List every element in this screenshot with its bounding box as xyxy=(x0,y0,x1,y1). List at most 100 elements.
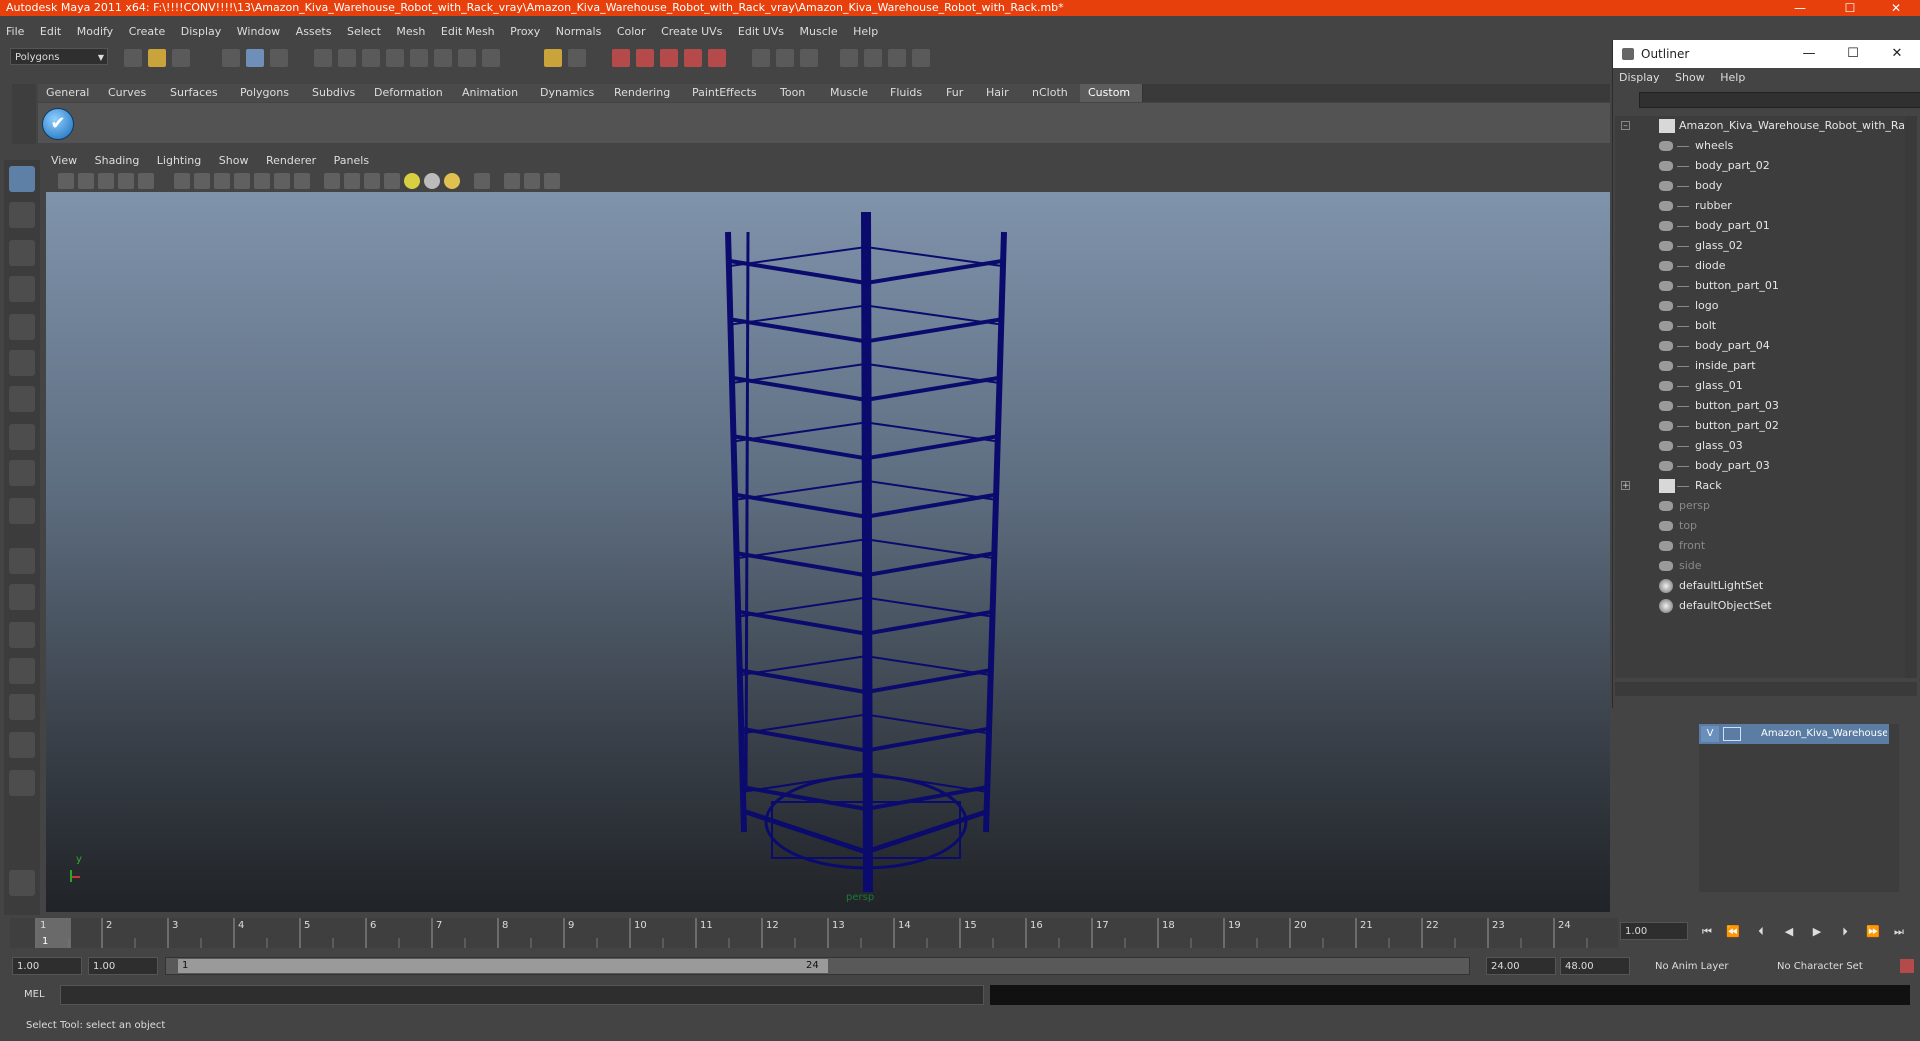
smooth-shade-icon[interactable] xyxy=(344,173,360,189)
show-attribute-editor-icon[interactable] xyxy=(752,49,770,67)
shelf-tab-painteffects[interactable]: PaintEffects xyxy=(684,84,773,102)
menu-display[interactable]: Display xyxy=(175,22,228,42)
menu-proxy[interactable]: Proxy xyxy=(504,22,546,42)
textured-icon[interactable] xyxy=(384,173,400,189)
uv-editor-icon[interactable] xyxy=(888,49,906,67)
paint-select-tool-icon[interactable] xyxy=(9,240,35,266)
scale-tool-icon[interactable] xyxy=(9,350,35,376)
shelf-tab-toon[interactable]: Toon xyxy=(772,84,823,102)
playback-end-field[interactable]: 24.00 xyxy=(1486,957,1556,975)
xray-icon[interactable] xyxy=(504,173,520,189)
graph-editor-icon[interactable] xyxy=(864,49,882,67)
menu-create-uvs[interactable]: Create UVs xyxy=(655,22,728,42)
open-scene-icon[interactable] xyxy=(148,49,166,67)
shelf-tab-muscle[interactable]: Muscle xyxy=(822,84,883,102)
viewport-menu-renderer[interactable]: Renderer xyxy=(259,152,323,170)
lock-icon[interactable] xyxy=(544,49,562,67)
step-forward-key-icon[interactable]: ⏵ xyxy=(1834,924,1856,940)
outliner-item-camera[interactable]: top xyxy=(1615,516,1905,536)
outliner-horizontal-scrollbar[interactable] xyxy=(1615,682,1917,696)
select-camera-icon[interactable] xyxy=(58,173,74,189)
bookmarks-icon[interactable] xyxy=(98,173,114,189)
layout-menu-icon[interactable] xyxy=(9,770,35,796)
outliner-item-set[interactable]: defaultObjectSet xyxy=(1615,596,1905,616)
maximize-button[interactable]: ☐ xyxy=(1830,0,1870,16)
outliner-item-child[interactable]: button_part_01 xyxy=(1615,276,1905,296)
layer-visibility-toggle[interactable]: V xyxy=(1701,726,1719,742)
isolate-select-icon[interactable] xyxy=(474,173,490,189)
hypershade-icon[interactable] xyxy=(708,49,726,67)
outliner-close-button[interactable]: ✕ xyxy=(1877,40,1917,68)
time-slider[interactable]: 1 2 3 4 5 6 7 8 9 10 11 12 13 14 15 16 17 18 19 20 21 22 23 24 1 xyxy=(10,918,1618,948)
outliner-item-child[interactable]: body_part_01 xyxy=(1615,216,1905,236)
outliner-filter-input[interactable] xyxy=(1639,92,1920,108)
outliner-item-child[interactable]: glass_01 xyxy=(1615,376,1905,396)
snap-grid-icon[interactable] xyxy=(314,49,332,67)
lasso-tool-icon[interactable] xyxy=(9,202,35,228)
new-scene-icon[interactable] xyxy=(124,49,142,67)
expand-icon[interactable]: + xyxy=(1621,481,1630,491)
outliner-menu-display[interactable]: Display xyxy=(1613,68,1666,88)
outliner-item-camera[interactable]: side xyxy=(1615,556,1905,576)
menu-assets[interactable]: Assets xyxy=(290,22,338,42)
outliner-item-camera[interactable]: front xyxy=(1615,536,1905,556)
show-manipulator-icon[interactable] xyxy=(9,460,35,486)
persp-outliner-graph-layout-icon[interactable] xyxy=(9,694,35,720)
backface-culling-icon[interactable] xyxy=(544,173,560,189)
shelf-tab-subdivs[interactable]: Subdivs xyxy=(304,84,367,102)
resolution-gate-icon[interactable] xyxy=(214,173,230,189)
shelf-tab-surfaces[interactable]: Surfaces xyxy=(162,84,233,102)
outliner-item-child[interactable]: button_part_02 xyxy=(1615,416,1905,436)
shelf-tab-dynamics[interactable]: Dynamics xyxy=(532,84,607,102)
play-backwards-icon[interactable]: ◀ xyxy=(1778,924,1800,940)
menu-edit[interactable]: Edit xyxy=(34,22,67,42)
menu-set-select[interactable]: Polygons ▼ xyxy=(10,48,108,65)
outliner-item-root[interactable]: – Amazon_Kiva_Warehouse_Robot_with_Rack xyxy=(1615,116,1905,136)
outliner-item-rack[interactable]: + Rack xyxy=(1615,476,1905,496)
menu-muscle[interactable]: Muscle xyxy=(794,22,844,42)
ipr-render-icon[interactable] xyxy=(660,49,678,67)
menu-file[interactable]: File xyxy=(0,22,30,42)
close-button[interactable]: ✕ xyxy=(1876,0,1916,16)
xray-joints-icon[interactable] xyxy=(524,173,540,189)
script-language-button[interactable]: MEL xyxy=(12,985,56,1005)
use-all-lights-icon[interactable] xyxy=(424,173,440,189)
two-d-pan-zoom-icon[interactable] xyxy=(138,173,154,189)
hand-icon[interactable] xyxy=(9,870,35,896)
outliner-item-child[interactable]: logo xyxy=(1615,296,1905,316)
go-to-end-icon[interactable]: ⏭ xyxy=(1888,924,1910,940)
render-view-icon[interactable] xyxy=(612,49,630,67)
menu-normals[interactable]: Normals xyxy=(550,22,608,42)
outliner-maximize-button[interactable]: ☐ xyxy=(1833,40,1873,68)
menu-mesh[interactable]: Mesh xyxy=(390,22,431,42)
command-input[interactable] xyxy=(60,985,984,1005)
menu-create[interactable]: Create xyxy=(123,22,172,42)
input-ops-icon[interactable] xyxy=(458,49,476,67)
field-chart-icon[interactable] xyxy=(254,173,270,189)
outliner-item-child[interactable]: body_part_04 xyxy=(1615,336,1905,356)
menu-select[interactable]: Select xyxy=(341,22,387,42)
outliner-vertical-scrollbar[interactable] xyxy=(1905,116,1917,678)
outliner-item-child[interactable]: wheels xyxy=(1615,136,1905,156)
viewport-menu-lighting[interactable]: Lighting xyxy=(150,152,208,170)
select-hierarchy-icon[interactable] xyxy=(222,49,240,67)
use-default-light-icon[interactable] xyxy=(404,173,420,189)
menu-edit-uvs[interactable]: Edit UVs xyxy=(732,22,790,42)
panel-layout-icon[interactable] xyxy=(840,49,858,67)
history-icon[interactable] xyxy=(434,49,452,67)
select-object-icon[interactable] xyxy=(246,49,264,67)
safe-title-icon[interactable] xyxy=(294,173,310,189)
shelf-tab-deformation[interactable]: Deformation xyxy=(366,84,455,102)
perspective-viewport[interactable]: persp y xyxy=(46,192,1610,912)
outliner-menu-help[interactable]: Help xyxy=(1714,68,1751,88)
shelf-tab-animation[interactable]: Animation xyxy=(454,84,533,102)
range-slider[interactable]: 1 24 xyxy=(165,957,1470,975)
snap-live-icon[interactable] xyxy=(410,49,428,67)
rotate-tool-icon[interactable] xyxy=(9,314,35,340)
show-channel-box-icon[interactable] xyxy=(776,49,794,67)
select-tool-icon[interactable] xyxy=(9,166,35,192)
image-plane-icon[interactable] xyxy=(118,173,134,189)
range-slider-handle[interactable]: 1 24 xyxy=(178,959,828,973)
minimize-button[interactable]: — xyxy=(1780,0,1820,16)
grid-icon[interactable] xyxy=(174,173,190,189)
